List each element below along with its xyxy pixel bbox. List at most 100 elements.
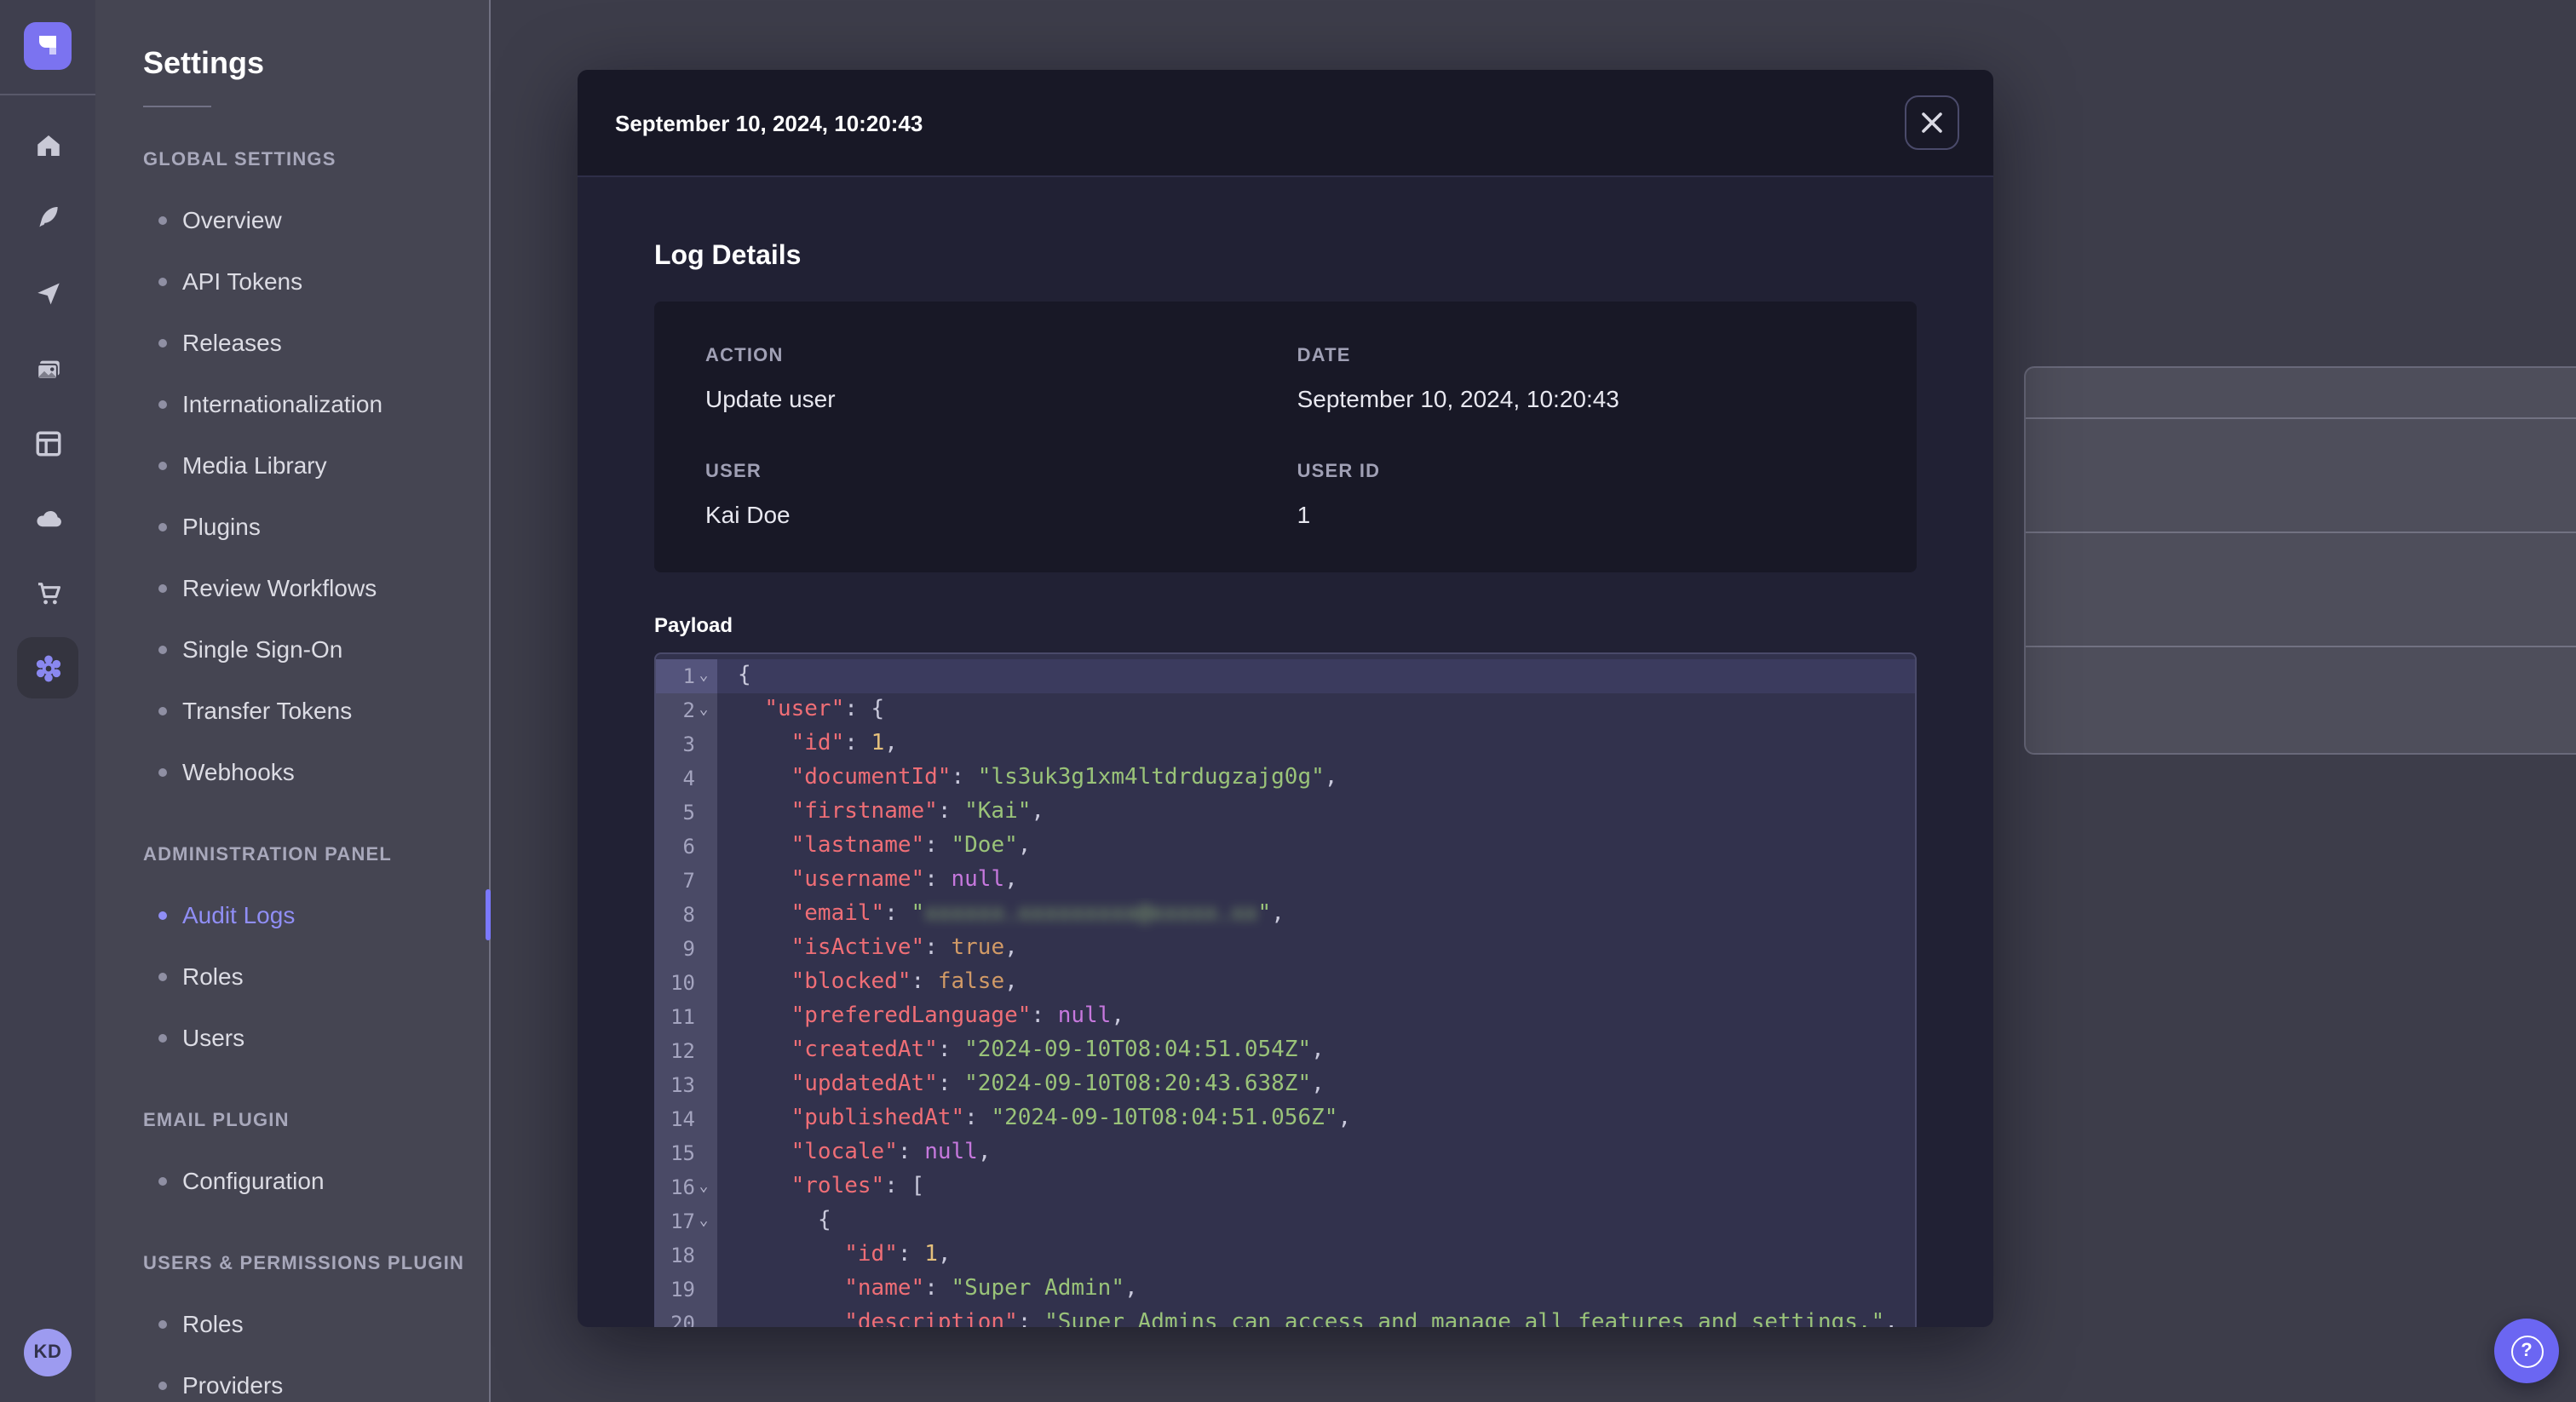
page-title: Settings bbox=[143, 46, 265, 80]
bullet-icon bbox=[158, 645, 167, 653]
modal-body: Log Details ACTION Update user DATE Septemb… bbox=[578, 240, 1993, 1327]
code-line: 9 "isActive": true, bbox=[656, 932, 1915, 966]
line-number: 13 bbox=[656, 1068, 717, 1102]
bullet-icon bbox=[158, 583, 167, 592]
sidebar-item-label: Webhooks bbox=[182, 758, 295, 785]
sidebar-item-label: API Tokens bbox=[182, 267, 303, 295]
sidebar-item-providers[interactable]: Providers bbox=[95, 1354, 489, 1402]
help-button[interactable]: ? bbox=[2494, 1319, 2559, 1383]
field-label: USER bbox=[705, 462, 762, 482]
code-line: 2 ⌄ "user": { bbox=[656, 693, 1915, 727]
field-value: September 10, 2024, 10:20:43 bbox=[1297, 385, 1619, 412]
table-row bbox=[2026, 647, 2576, 760]
fold-arrow-icon[interactable]: ⌄ bbox=[695, 659, 712, 693]
sidebar-item-media-library[interactable]: Media Library bbox=[95, 434, 489, 496]
bullet-icon bbox=[158, 1319, 167, 1328]
line-number: 17 ⌄ bbox=[656, 1204, 717, 1238]
sidebar-item-label: Media Library bbox=[182, 451, 327, 479]
sidebar-item-label: Configuration bbox=[182, 1167, 325, 1194]
bullet-icon bbox=[158, 522, 167, 531]
sidebar-item-plugins[interactable]: Plugins bbox=[95, 496, 489, 557]
sidebar-item-api-tokens[interactable]: API Tokens bbox=[95, 250, 489, 312]
code-line: 19 "name": "Super Admin", bbox=[656, 1273, 1915, 1307]
line-number: 15 bbox=[656, 1136, 717, 1170]
close-icon bbox=[1922, 112, 1942, 133]
cloud-icon[interactable] bbox=[34, 504, 63, 533]
log-details-info-box: ACTION Update user DATE September 10, 2024,… bbox=[654, 302, 1917, 572]
field-label: ACTION bbox=[705, 346, 784, 366]
sidebar-item-single-sign-on[interactable]: Single Sign-On bbox=[95, 618, 489, 680]
payload-label: Payload bbox=[654, 613, 733, 637]
field-label: DATE bbox=[1297, 346, 1351, 366]
line-number: 19 bbox=[656, 1273, 717, 1307]
code-line: 12 "createdAt": "2024-09-10T08:04:51.054… bbox=[656, 1034, 1915, 1068]
sidebar-item-roles[interactable]: Roles bbox=[95, 945, 489, 1007]
close-button[interactable] bbox=[1905, 95, 1959, 150]
settings-icon-active[interactable] bbox=[17, 637, 78, 698]
line-number: 9 bbox=[656, 932, 717, 966]
code-line: 14 "publishedAt": "2024-09-10T08:04:51.0… bbox=[656, 1102, 1915, 1136]
bullet-icon bbox=[158, 461, 167, 469]
sidebar-item-review-workflows[interactable]: Review Workflows bbox=[95, 557, 489, 618]
sidebar-item-audit-logs[interactable]: Audit Logs bbox=[95, 884, 491, 945]
line-number: 20 bbox=[656, 1307, 717, 1327]
sidebar-item-internationalization[interactable]: Internationalization bbox=[95, 373, 489, 434]
nav-section-label: ADMINISTRATION PANEL bbox=[143, 845, 393, 865]
bullet-icon bbox=[158, 767, 167, 776]
fold-arrow-icon[interactable]: ⌄ bbox=[695, 1170, 712, 1204]
active-indicator bbox=[486, 889, 491, 940]
sidebar-item-transfer-tokens[interactable]: Transfer Tokens bbox=[95, 680, 489, 741]
nav-section-label: GLOBAL SETTINGS bbox=[143, 150, 336, 170]
sidebar-item-webhooks[interactable]: Webhooks bbox=[95, 741, 489, 802]
user-avatar[interactable]: KD bbox=[24, 1329, 72, 1376]
title-divider bbox=[143, 106, 211, 107]
line-number: 12 bbox=[656, 1034, 717, 1068]
feather-icon[interactable] bbox=[34, 203, 63, 232]
sidebar-item-label: Releases bbox=[182, 329, 282, 356]
field-label: USER ID bbox=[1297, 462, 1381, 482]
bullet-icon bbox=[158, 277, 167, 285]
bullet-icon bbox=[158, 972, 167, 980]
payload-json-editor[interactable]: 1 ⌄{2 ⌄ "user": {3 "id": 1, 4 "documentId":… bbox=[654, 652, 1917, 1327]
line-number: 1 ⌄ bbox=[656, 659, 717, 693]
sidebar-item-configuration[interactable]: Configuration bbox=[95, 1150, 489, 1211]
fold-arrow-icon[interactable]: ⌄ bbox=[695, 693, 712, 727]
code-line: 10 "blocked": false, bbox=[656, 966, 1915, 1000]
code-line: 20 "description": "Super Admins can acce… bbox=[656, 1307, 1915, 1327]
line-number: 5 bbox=[656, 796, 717, 830]
layout-icon[interactable] bbox=[34, 429, 63, 458]
code-line: 1 ⌄{ bbox=[656, 659, 1915, 693]
code-line: 15 "locale": null, bbox=[656, 1136, 1915, 1170]
bullet-icon bbox=[158, 1381, 167, 1389]
images-icon[interactable] bbox=[34, 356, 63, 385]
sidebar-item-label: Roles bbox=[182, 1310, 244, 1337]
sidebar-item-label: Roles bbox=[182, 962, 244, 990]
strapi-logo[interactable] bbox=[24, 22, 72, 70]
code-line: 17 ⌄ { bbox=[656, 1204, 1915, 1238]
sidebar-item-releases[interactable]: Releases bbox=[95, 312, 489, 373]
sidebar-item-users[interactable]: Users bbox=[95, 1007, 489, 1068]
line-number: 7 bbox=[656, 864, 717, 898]
line-number: 16 ⌄ bbox=[656, 1170, 717, 1204]
log-details-modal: September 10, 2024, 10:20:43 Log Details… bbox=[578, 70, 1993, 1327]
sidebar-item-label: Audit Logs bbox=[182, 901, 296, 928]
home-icon[interactable] bbox=[34, 131, 63, 160]
bullet-icon bbox=[158, 706, 167, 715]
audit-log-table-card bbox=[2024, 366, 2576, 755]
settings-sub-nav: Settings GLOBAL SETTINGS Overview API Toke… bbox=[95, 0, 491, 1402]
bullet-icon bbox=[158, 399, 167, 408]
bullet-icon bbox=[158, 215, 167, 224]
fold-arrow-icon[interactable]: ⌄ bbox=[695, 1204, 712, 1238]
sidebar-divider bbox=[0, 94, 95, 95]
code-line: 6 "lastname": "Doe", bbox=[656, 830, 1915, 864]
table-row bbox=[2026, 419, 2576, 533]
sidebar-item-roles[interactable]: Roles bbox=[95, 1293, 489, 1354]
code-line: 18 "id": 1, bbox=[656, 1238, 1915, 1273]
line-number: 14 bbox=[656, 1102, 717, 1136]
send-icon[interactable] bbox=[34, 279, 63, 308]
sidebar-item-label: Users bbox=[182, 1024, 245, 1051]
question-icon: ? bbox=[2510, 1335, 2543, 1367]
field-value: Update user bbox=[705, 385, 836, 412]
cart-icon[interactable] bbox=[34, 579, 63, 608]
sidebar-item-overview[interactable]: Overview bbox=[95, 189, 489, 250]
